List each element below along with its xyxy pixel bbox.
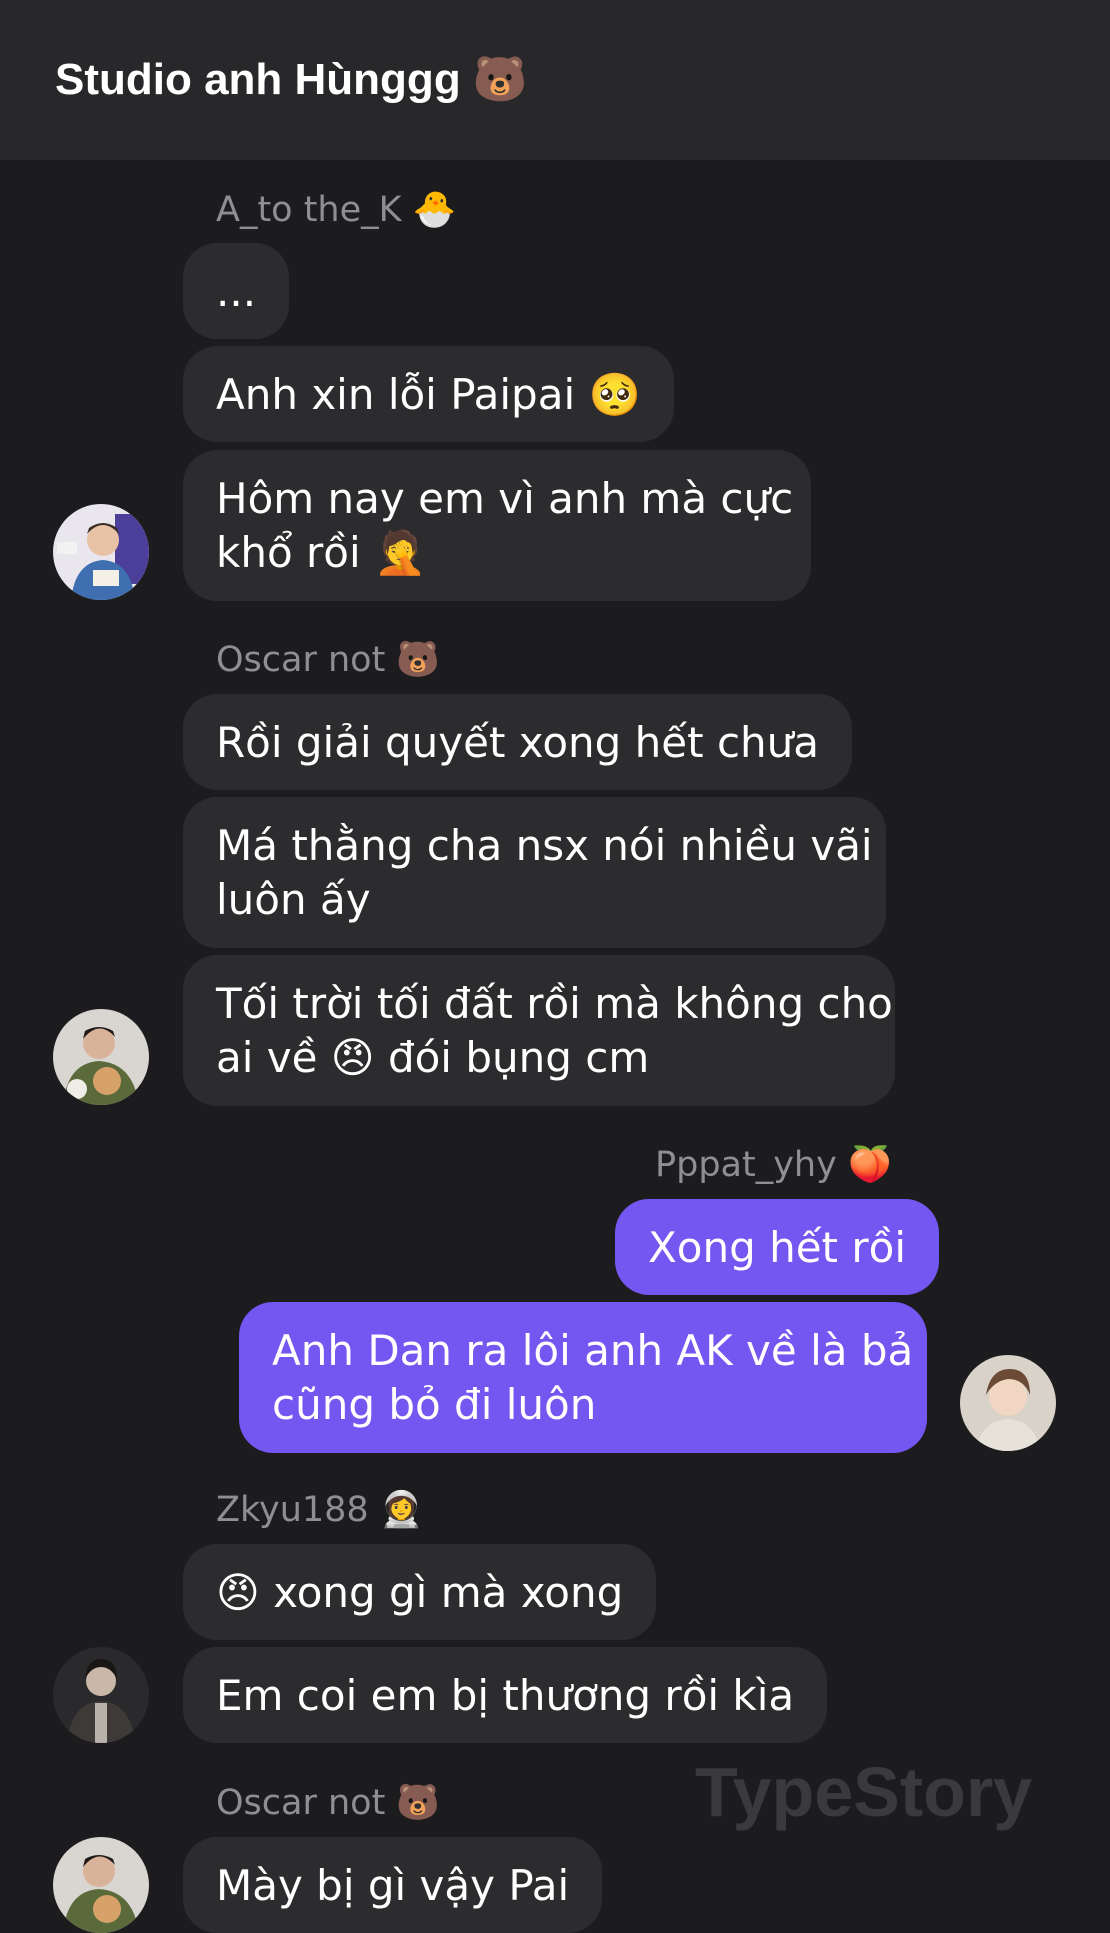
message-line: cũng bỏ đi luôn xyxy=(272,1380,597,1429)
message-bubble[interactable]: Tối trời tối đất rồi mà không cho ai về 😠… xyxy=(183,955,895,1106)
message-line: Má thằng cha nsx nói nhiều vãi xyxy=(216,821,873,870)
message-bubble-outgoing[interactable]: Xong hết rồi xyxy=(615,1199,940,1295)
message-text: Mày bị gì vậy Pai xyxy=(216,1861,570,1910)
message-bubble[interactable]: Mày bị gì vậy Pai xyxy=(183,1837,603,1933)
message-line: Anh Dan ra lôi anh AK về là bả xyxy=(272,1326,914,1375)
message-text: Anh xin lỗi Paipai 🥺 xyxy=(216,370,641,419)
message-bubble[interactable]: Anh xin lỗi Paipai 🥺 xyxy=(183,346,674,442)
sender-name: Zkyu188 👩‍🚀 xyxy=(216,1490,424,1530)
message-text: Hôm nay em vì anh mà cực khổ rồi 🤦 xyxy=(216,472,794,580)
message-line: luôn ấy xyxy=(216,875,371,924)
chat-title[interactable]: Studio anh Hùnggg 🐻 xyxy=(55,50,528,110)
avatar-user-oscar[interactable] xyxy=(53,1009,149,1105)
message-text: Tối trời tối đất rồi mà không cho ai về 😠… xyxy=(216,977,893,1085)
message-bubble-outgoing[interactable]: Anh Dan ra lôi anh AK về là bả cũng bỏ đi… xyxy=(239,1302,927,1453)
watermark-logo: TypeStory xyxy=(695,1753,1033,1831)
message-text: ... xyxy=(216,267,257,316)
message-line: Tối trời tối đất rồi mà không cho xyxy=(216,979,893,1028)
chat-header: Studio anh Hùnggg 🐻 xyxy=(0,0,1110,160)
message-text: Xong hết rồi xyxy=(648,1223,907,1272)
avatar-user-pppat[interactable] xyxy=(960,1355,1056,1451)
sender-name: Oscar not 🐻 xyxy=(216,640,441,680)
sender-name: A_to the_K 🐣 xyxy=(216,190,457,230)
message-bubble[interactable]: Em coi em bị thương rồi kìa xyxy=(183,1647,828,1743)
message-line: khổ rồi 🤦 xyxy=(216,528,427,577)
avatar-user-ak[interactable] xyxy=(53,504,149,600)
message-bubble[interactable]: 😠 xong gì mà xong xyxy=(183,1544,657,1640)
message-text: Anh Dan ra lôi anh AK về là bả cũng bỏ đi… xyxy=(272,1324,914,1432)
message-text: Rồi giải quyết xong hết chưa xyxy=(216,718,820,767)
message-bubble[interactable]: Rồi giải quyết xong hết chưa xyxy=(183,694,853,790)
message-bubble[interactable]: Hôm nay em vì anh mà cực khổ rồi 🤦 xyxy=(183,450,811,601)
message-text: Em coi em bị thương rồi kìa xyxy=(216,1671,795,1720)
message-line: Hôm nay em vì anh mà cực xyxy=(216,474,794,523)
message-bubble[interactable]: ... xyxy=(183,243,290,339)
message-text: Má thằng cha nsx nói nhiều vãi luôn ấy xyxy=(216,819,873,927)
sender-name: Oscar not 🐻 xyxy=(216,1783,441,1823)
sender-name: Pppat_yhy 🍑 xyxy=(655,1145,892,1185)
message-text: 😠 xong gì mà xong xyxy=(216,1568,624,1617)
avatar-user-oscar[interactable] xyxy=(53,1837,149,1933)
message-bubble[interactable]: Má thằng cha nsx nói nhiều vãi luôn ấy xyxy=(183,797,886,948)
avatar-user-zkyu[interactable] xyxy=(53,1647,149,1743)
message-line: ai về 😠 đói bụng cm xyxy=(216,1033,650,1082)
